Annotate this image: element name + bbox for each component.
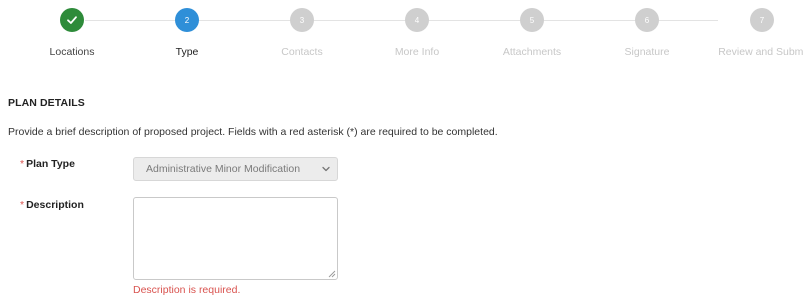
description-error-message: Description is required. <box>133 284 241 295</box>
chevron-down-icon <box>321 164 331 174</box>
plan-type-select[interactable]: Administrative Minor Modification <box>133 157 338 181</box>
plan-type-label-text: Plan Type <box>26 158 75 170</box>
step-label-more-info: More Info <box>394 46 440 58</box>
step-number-contacts: 3 <box>290 8 314 32</box>
step-label-contacts: Contacts <box>281 46 323 58</box>
step-number-review: 7 <box>750 8 774 32</box>
step-label-review: Review and Submi <box>718 46 803 58</box>
checkmark-icon <box>67 16 77 24</box>
description-label: * Description <box>20 199 84 211</box>
step-label-signature: Signature <box>624 46 670 58</box>
step-label-type: Type <box>175 46 199 58</box>
step-more-info[interactable]: 4 More Info <box>359 8 475 58</box>
step-signature[interactable]: 6 Signature <box>589 8 705 58</box>
step-number-more-info: 4 <box>405 8 429 32</box>
step-label-locations: Locations <box>49 46 95 58</box>
step-locations[interactable]: Locations <box>14 8 130 58</box>
description-label-text: Description <box>26 199 84 211</box>
step-number-signature: 6 <box>635 8 659 32</box>
step-circle-locations <box>60 8 84 32</box>
step-number-type: 2 <box>175 8 199 32</box>
section-title: PLAN DETAILS <box>8 97 85 109</box>
step-label-attachments: Attachments <box>502 46 562 58</box>
step-attachments[interactable]: 5 Attachments <box>474 8 590 58</box>
description-textarea[interactable] <box>133 197 338 280</box>
plan-type-selected-value: Administrative Minor Modification <box>146 163 301 175</box>
step-type[interactable]: 2 Type <box>129 8 245 58</box>
plan-type-label: * Plan Type <box>20 158 75 170</box>
progress-stepper: Locations 2 Type 3 Contacts 4 More Info … <box>0 0 803 70</box>
resize-grip-icon[interactable] <box>328 270 336 278</box>
form-intro-text: Provide a brief description of proposed … <box>8 126 498 138</box>
required-asterisk: * <box>20 199 25 211</box>
step-review-and-submit[interactable]: 7 Review and Submi <box>704 8 803 58</box>
step-number-attachments: 5 <box>520 8 544 32</box>
step-contacts[interactable]: 3 Contacts <box>244 8 360 58</box>
required-asterisk: * <box>20 158 25 170</box>
